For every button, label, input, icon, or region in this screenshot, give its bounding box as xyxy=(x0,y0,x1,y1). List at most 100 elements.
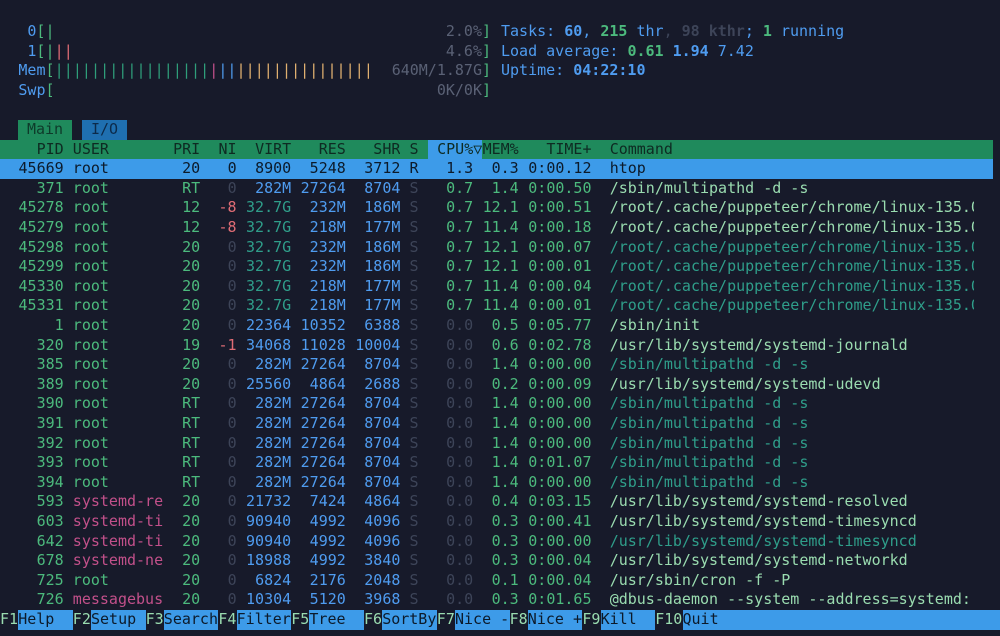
column-header-shr[interactable]: SHR xyxy=(355,140,400,160)
shr-cell: 3840 xyxy=(364,551,401,570)
ni-cell: 0 xyxy=(227,472,237,491)
time-cell: 0:05.77 xyxy=(528,316,592,334)
cpu-cell: 0.7 xyxy=(446,178,474,197)
shr-cell: 186M xyxy=(364,198,401,217)
process-row[interactable]: 45330 root 20 0 32.7G 218M 177M S 0.7 11.4 0:00.04… xyxy=(0,277,1000,297)
fkey-nice--button[interactable]: Nice + xyxy=(527,610,583,630)
fkey-sortby-button[interactable]: SortBy xyxy=(382,610,437,630)
cmd-cell: /root/.cache/puppeteer/chrome/linux-135.… xyxy=(609,296,974,315)
process-row[interactable]: 45299 root 20 0 32.7G 232M 186M S 0.7 12.1 0:00.01… xyxy=(0,257,1000,277)
column-header-cpu[interactable]: CPU%▽ xyxy=(427,139,483,160)
process-row[interactable]: 45331 root 20 0 32.7G 218M 177M S 0.7 11.4 0:00.01… xyxy=(0,296,1000,316)
cpu-cell: 0.7 xyxy=(446,276,474,295)
shr-cell: 10004 xyxy=(355,335,401,354)
shr-cell: 6388 xyxy=(364,316,401,334)
cpu-cell: 0.0 xyxy=(446,570,474,589)
process-row[interactable]: 725 root 20 0 6824 2176 2048 S 0.0 0.1 0:00.04/usr… xyxy=(0,571,1000,591)
fkey-help-key[interactable]: F1 xyxy=(0,610,18,630)
process-row[interactable]: 320 root 19 -1 34068 11028 10004 S 0.0 0.6 0:02.78… xyxy=(0,336,1000,356)
fkey-help-button[interactable]: Help xyxy=(18,610,73,630)
process-row-selected[interactable]: 45669 root 20 0 8900 5248 3712 R 1.3 0.3 0:00.12 ht… xyxy=(0,159,993,179)
process-row[interactable]: 391 root RT 0 282M 27264 8704 S 0.0 1.4 0:00.00/sb… xyxy=(0,414,1000,434)
column-header-time[interactable]: TIME+ xyxy=(528,140,591,160)
fkey-sortby-key[interactable]: F6 xyxy=(364,610,382,630)
cmd-cell: /usr/lib/systemd/systemd-timesyncd xyxy=(609,531,917,550)
time-cell: 0:00.00 xyxy=(528,355,592,374)
process-row[interactable]: 385 root 20 0 282M 27264 8704 S 0.0 1.4 0:00.00/sb… xyxy=(0,355,1000,375)
cmd-cell: /sbin/multipathd -d -s xyxy=(609,472,809,491)
process-row[interactable]: 593 systemd-re 20 0 21732 7424 4864 S 0.0 0.4 0:03… xyxy=(0,492,1000,512)
cpu-cell: 0.0 xyxy=(446,316,474,334)
meter-bar-segment: | xyxy=(54,41,64,60)
process-row[interactable]: 45279 root 12 -8 32.7G 218M 177M S 0.7 11.4 0:00.1… xyxy=(0,218,1000,238)
ni-cell: 0 xyxy=(227,551,237,570)
process-row[interactable]: 678 systemd-ne 20 0 18988 4992 3840 S 0.0 0.3 0:00… xyxy=(0,551,1000,571)
fkey-setup-button[interactable]: Setup xyxy=(91,610,146,630)
process-row[interactable]: 45298 root 20 0 32.7G 232M 186M S 0.7 12.1 0:00.07… xyxy=(0,238,1000,258)
process-row[interactable]: 389 root 20 0 25560 4864 2688 S 0.0 0.2 0:00.09/us… xyxy=(0,375,1000,395)
ni-cell: 0 xyxy=(227,492,237,511)
process-row[interactable]: 393 root RT 0 282M 27264 8704 S 0.0 1.4 0:01.07/sb… xyxy=(0,453,1000,473)
process-row[interactable]: 1 root 20 0 22364 10352 6388 S 0.0 0.5 0:05.77/sbi… xyxy=(0,316,1000,336)
cmd-cell: /sbin/multipathd -d -s xyxy=(609,394,809,413)
res-cell: 27264 xyxy=(300,472,346,491)
fkey-tree-button[interactable]: Tree xyxy=(309,610,364,630)
fkey-quit-button[interactable]: Quit xyxy=(682,610,1000,630)
column-header-cmd[interactable]: Command xyxy=(610,140,974,160)
fkey-nice--key[interactable]: F8 xyxy=(510,610,528,630)
virt-cell: 32.7G xyxy=(246,218,292,236)
cpu0-label: 0 xyxy=(27,22,37,40)
column-header-pri[interactable]: PRI xyxy=(173,140,200,160)
mem-cell: 1.4 xyxy=(491,394,519,413)
pid-cell: 726 xyxy=(36,590,64,609)
fkey-tree-key[interactable]: F5 xyxy=(291,610,309,630)
process-row[interactable]: 603 systemd-ti 20 0 90940 4992 4096 S 0.0 0.3 0:00… xyxy=(0,512,1000,532)
column-header-user[interactable]: USER xyxy=(73,140,164,160)
column-header-ni[interactable]: NI xyxy=(209,140,237,160)
fkey-search-key[interactable]: F3 xyxy=(146,610,164,630)
process-row[interactable]: 45278 root 12 -8 32.7G 232M 186M S 0.7 12.1 0:00.5… xyxy=(0,198,1000,218)
cmd-cell: /usr/lib/systemd/systemd-resolved xyxy=(609,492,908,511)
column-header-s[interactable]: S xyxy=(410,140,419,160)
fkey-search-button[interactable]: Search xyxy=(163,610,219,630)
process-row[interactable]: 394 root RT 0 282M 27264 8704 S 0.0 1.4 0:00.00/sb… xyxy=(0,473,1000,493)
virt-cell: 34068 xyxy=(246,335,292,354)
meter-bracket-close: ] xyxy=(482,41,492,60)
shr-cell: 3712 xyxy=(364,159,401,178)
column-header-virt[interactable]: VIRT xyxy=(246,140,291,160)
mem-cell: 0.3 xyxy=(491,531,519,550)
process-row[interactable]: 642 systemd-ti 20 0 90940 4992 4096 S 0.0 0.3 0:00… xyxy=(0,532,1000,552)
process-row[interactable]: 392 root RT 0 282M 27264 8704 S 0.0 1.4 0:00.00/sb… xyxy=(0,434,1000,454)
cmd-cell: /root/.cache/puppeteer/chrome/linux-135.… xyxy=(609,198,974,217)
meter-bar-segment: | xyxy=(118,61,128,80)
process-row[interactable]: 371 root RT 0 282M 27264 8704 S 0.7 1.4 0:00.50/sb… xyxy=(0,179,1000,199)
pri-cell: RT xyxy=(182,472,201,491)
fkey-kill-key[interactable]: F9 xyxy=(582,610,600,630)
fkey-setup-key[interactable]: F2 xyxy=(73,610,91,630)
time-cell: 0:00.00 xyxy=(528,414,592,432)
column-header-mem[interactable]: MEM% xyxy=(482,140,519,160)
shr-cell: 8704 xyxy=(364,178,401,197)
column-header-pid[interactable]: PID xyxy=(0,140,64,160)
res-cell: 2176 xyxy=(309,570,346,589)
s-cell: S xyxy=(409,394,419,413)
fkey-kill-button[interactable]: Kill xyxy=(600,610,656,630)
column-header-res[interactable]: RES xyxy=(300,140,346,160)
mem-cell: 1.4 xyxy=(491,355,519,374)
fkey-nice--key[interactable]: F7 xyxy=(437,610,455,630)
process-row[interactable]: 390 root RT 0 282M 27264 8704 S 0.0 1.4 0:00.00/sb… xyxy=(0,394,1000,414)
fkey-filter-key[interactable]: F4 xyxy=(218,610,236,630)
fkey-filter-button[interactable]: Filter xyxy=(236,610,292,630)
time-cell: 0:00.18 xyxy=(528,218,592,236)
fkey-quit-key[interactable]: F10 xyxy=(655,610,682,630)
ni-cell: 0 xyxy=(227,512,237,530)
shr-cell: 177M xyxy=(364,218,401,236)
fkey-nice--button[interactable]: Nice - xyxy=(455,610,510,630)
time-cell: 0:00.51 xyxy=(528,198,592,217)
tab-io[interactable]: I/O xyxy=(82,120,127,140)
res-cell: 27264 xyxy=(300,433,346,452)
tab-main[interactable]: Main xyxy=(18,120,72,140)
cmd-cell: @dbus-daemon --system --address=systemd:… xyxy=(609,590,974,609)
process-row[interactable]: 726 messagebus 20 0 10304 5120 3968 S 0.0 0.3 0:01… xyxy=(0,590,1000,610)
time-cell: 0:00.07 xyxy=(528,237,592,256)
